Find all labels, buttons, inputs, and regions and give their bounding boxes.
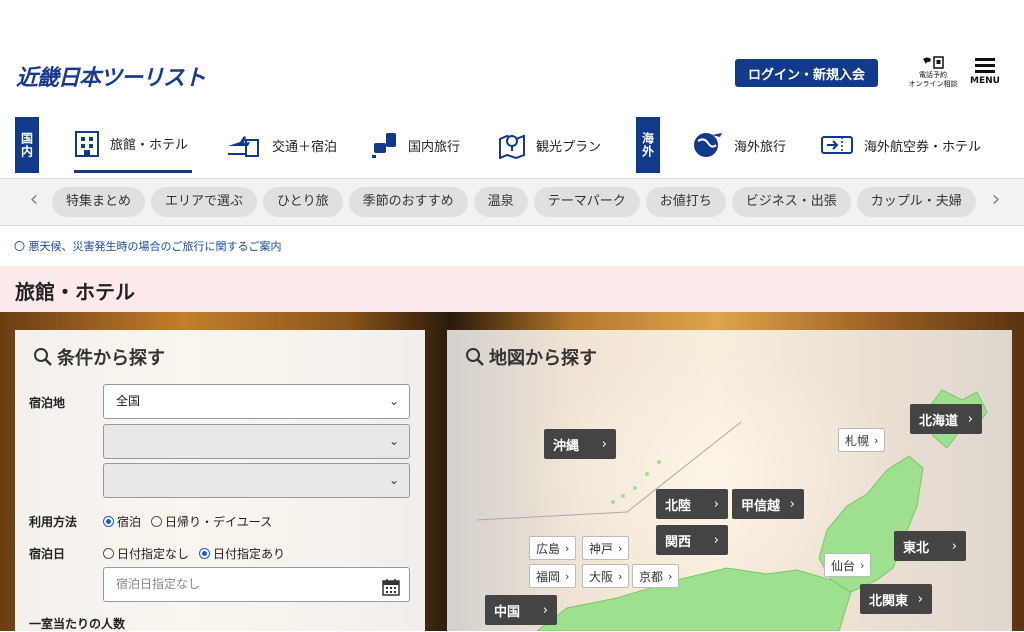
weather-notice-link[interactable]: 〇 悪天候、災害発生時の場合のご旅行に関するご案内: [14, 238, 282, 254]
destination-label: 宿泊地: [29, 396, 66, 410]
date-radios: 日付指定なし 日付指定あり: [103, 545, 295, 562]
region-tohoku[interactable]: 東北 ›: [894, 531, 966, 561]
search-icon: [466, 348, 484, 366]
domestic-label: 国内: [15, 117, 39, 173]
tag-item[interactable]: ビジネス・出張: [731, 187, 851, 217]
tag-item[interactable]: ひとり旅: [263, 187, 343, 217]
chevron-down-icon: ⌄: [388, 394, 399, 408]
feature-tags-bar: ‹ 特集まとめ エリアで選ぶ ひとり旅 季節のおすすめ 温泉 テーマパーク お値打ち ビジネス…: [0, 178, 1024, 226]
map-search-panel: 地図から探す 沖縄 › 北海道 › 北陸 › 甲信越 › 関西 › 東北 › 中国 › 北関東…: [447, 330, 1012, 631]
method-day-radio[interactable]: 日帰り・デイユース: [151, 513, 272, 530]
city-kyoto[interactable]: 京都 ›: [632, 564, 680, 588]
plane-hotel-icon: [226, 132, 262, 158]
map-pin-icon: [498, 131, 526, 159]
phone-consult-button[interactable]: 電話予約 オンライン相談: [906, 56, 960, 89]
tag-item[interactable]: エリアで選ぶ: [151, 187, 258, 217]
chevron-down-icon: ⌄: [388, 434, 399, 448]
destination-subarea-select[interactable]: ⌄: [103, 463, 410, 498]
city-osaka[interactable]: 大阪 ›: [582, 564, 630, 588]
tag-item[interactable]: 温泉: [473, 187, 528, 217]
tab-overseas-travel[interactable]: 海外旅行: [692, 117, 786, 173]
tag-item[interactable]: カップル・夫婦: [856, 187, 976, 217]
tab-sightseeing[interactable]: 観光プラン: [498, 117, 601, 173]
date-specify-radio[interactable]: 日付指定あり: [199, 545, 285, 562]
chevron-left-icon[interactable]: ‹: [24, 187, 44, 212]
domestic-travel-icon: [370, 131, 398, 159]
city-kobe[interactable]: 神戸 ›: [582, 536, 630, 560]
tab-domestic-travel[interactable]: 国内旅行: [370, 117, 460, 173]
method-radios: 宿泊 日帰り・デイユース: [103, 513, 282, 530]
login-button[interactable]: ログイン・新規入会: [735, 59, 878, 87]
tag-item[interactable]: お値打ち: [645, 187, 726, 217]
stay-date-input[interactable]: 宿泊日指定なし: [103, 567, 410, 602]
feature-tags: 特集まとめ エリアで選ぶ ひとり旅 季節のおすすめ 温泉 テーマパーク お値打ち ビジネス・出…: [52, 187, 988, 219]
tab-hotel[interactable]: 旅館・ホテル: [74, 117, 193, 173]
chevron-down-icon: ⌄: [388, 473, 399, 487]
menu-button[interactable]: MENU: [968, 58, 1002, 86]
tab-transport-hotel-label: 交通＋宿泊: [272, 139, 338, 155]
city-sapporo[interactable]: 札幌 ›: [838, 428, 886, 452]
tab-sightseeing-label: 観光プラン: [536, 139, 602, 155]
tab-transport-hotel[interactable]: 交通＋宿泊: [226, 117, 337, 173]
guests-label: 一室当たりの人数: [29, 617, 126, 631]
destination-area-select[interactable]: ⌄: [103, 424, 410, 459]
category-nav: 国内 旅館・ホテル 交通＋宿泊 国内旅行 観光プラン 海外 海外旅行 海外航空券…: [0, 117, 1024, 173]
region-kansai[interactable]: 関西 ›: [656, 525, 728, 555]
tag-item[interactable]: 特集まとめ: [52, 187, 146, 217]
chevron-right-icon[interactable]: ›: [986, 187, 1006, 212]
phone-icon: [923, 56, 944, 69]
city-sendai[interactable]: 仙台 ›: [824, 553, 872, 577]
region-hokuriku[interactable]: 北陸 ›: [656, 489, 728, 519]
site-logo[interactable]: 近畿日本ツーリスト: [16, 60, 206, 92]
page-title: 旅館・ホテル: [15, 280, 135, 304]
ticket-icon: [820, 134, 854, 156]
city-hiroshima[interactable]: 広島 ›: [529, 536, 577, 560]
tel-line2: オンライン相談: [908, 80, 958, 88]
region-koshinetsu[interactable]: 甲信越 ›: [732, 489, 804, 519]
method-label: 利用方法: [29, 515, 78, 529]
map-search-title: 地図から探す: [465, 344, 597, 370]
region-okinawa[interactable]: 沖縄 ›: [544, 429, 616, 459]
tab-overseas-flights[interactable]: 海外航空券・ホテル: [820, 117, 981, 173]
method-stay-radio[interactable]: 宿泊: [103, 513, 141, 530]
date-none-radio[interactable]: 日付指定なし: [103, 545, 189, 562]
globe-plane-icon: [692, 131, 724, 159]
region-chugoku[interactable]: 中国 ›: [485, 595, 557, 625]
date-label: 宿泊日: [29, 547, 66, 561]
city-fukuoka[interactable]: 福岡 ›: [529, 564, 577, 588]
destination-select[interactable]: 全国 ⌄: [103, 384, 410, 419]
tel-line1: 電話予約: [919, 71, 947, 79]
hotel-icon: [74, 130, 100, 158]
tab-hotel-label: 旅館・ホテル: [110, 138, 189, 153]
tab-overseas-flights-label: 海外航空券・ホテル: [864, 139, 982, 155]
hamburger-icon: [968, 58, 1002, 73]
overseas-label: 海外: [636, 117, 660, 173]
tag-item[interactable]: テーマパーク: [533, 187, 640, 217]
title-band: 旅館・ホテル: [0, 266, 1024, 312]
condition-search-title: 条件から探す: [33, 344, 165, 370]
site-header: 近畿日本ツーリスト ログイン・新規入会 電話予約 オンライン相談 MENU: [0, 0, 1024, 112]
calendar-icon[interactable]: [382, 576, 400, 609]
region-hokkaido[interactable]: 北海道 ›: [910, 404, 982, 434]
tab-domestic-travel-label: 国内旅行: [408, 139, 461, 155]
search-icon: [34, 348, 52, 366]
condition-search-panel: 条件から探す 宿泊地 全国 ⌄ ⌄ ⌄ 利用方法 宿泊 日帰り・デイユース 宿泊…: [15, 330, 425, 631]
region-kitakanto[interactable]: 北関東 ›: [860, 584, 932, 614]
menu-label: MENU: [970, 76, 1000, 86]
tab-overseas-travel-label: 海外旅行: [734, 139, 787, 155]
tag-item[interactable]: 季節のおすすめ: [348, 187, 468, 217]
